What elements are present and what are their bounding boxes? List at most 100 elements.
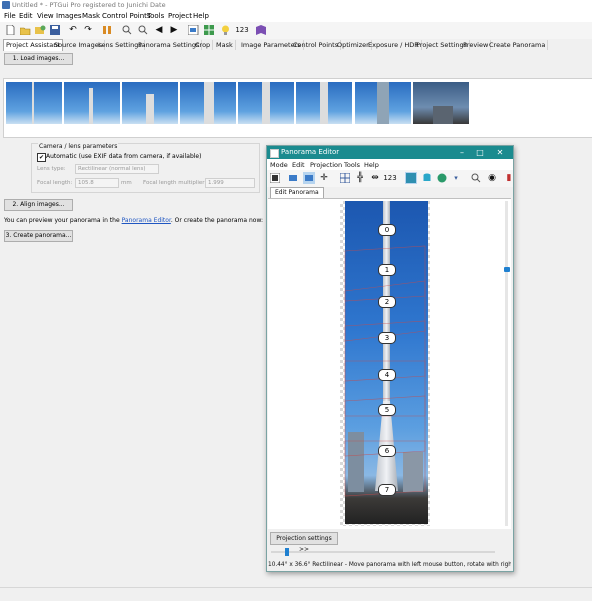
maximize-icon[interactable]: □ bbox=[471, 146, 489, 159]
image-number-label[interactable]: 3 bbox=[378, 332, 396, 344]
image-number-label[interactable]: 6 bbox=[378, 445, 396, 457]
thumbnail-image[interactable] bbox=[296, 82, 352, 124]
pe-edit-mode-icon[interactable] bbox=[303, 172, 315, 184]
save-icon[interactable] bbox=[49, 24, 61, 36]
image-number-label[interactable]: 4 bbox=[378, 369, 396, 381]
arrow-left-icon[interactable]: ◀ bbox=[153, 24, 165, 36]
preview-text-before: You can preview your panorama in the bbox=[4, 217, 120, 224]
menu-file[interactable]: File bbox=[4, 12, 16, 20]
vertical-position-handle[interactable] bbox=[504, 267, 510, 272]
image-number-label[interactable]: 7 bbox=[378, 484, 396, 496]
image-thumbnail-strip bbox=[3, 78, 592, 138]
zoom-in-icon[interactable] bbox=[121, 24, 133, 36]
undo-icon[interactable]: ↶ bbox=[67, 24, 79, 36]
pe-grid-icon[interactable] bbox=[339, 172, 351, 184]
pe-center-icon[interactable]: ╬ bbox=[354, 172, 366, 184]
pe-zoom-icon[interactable] bbox=[470, 172, 482, 184]
panorama-canvas[interactable]: 0 1 2 3 4 5 6 7 bbox=[268, 198, 511, 529]
thumbnail-image[interactable] bbox=[122, 82, 178, 124]
panorama-editor-title: Panorama Editor bbox=[281, 148, 340, 156]
projection-settings-button[interactable]: Projection settings >> bbox=[270, 532, 338, 553]
status-bar bbox=[0, 587, 592, 601]
tab-control-points[interactable]: Control Points bbox=[291, 40, 342, 50]
field-of-view-slider-thumb[interactable] bbox=[285, 548, 289, 556]
pe-menu-mode[interactable]: Mode bbox=[270, 161, 288, 169]
menu-images[interactable]: Images bbox=[56, 12, 82, 20]
menu-edit[interactable]: Edit bbox=[19, 12, 33, 20]
preview-text-after: . Or create the panorama now: bbox=[170, 217, 264, 224]
lightbulb-icon[interactable] bbox=[219, 24, 231, 36]
arrow-right-icon[interactable]: ▶ bbox=[168, 24, 180, 36]
pe-sphere-icon[interactable] bbox=[436, 172, 448, 184]
pe-images-icon[interactable] bbox=[287, 172, 299, 184]
panorama-editor-titlebar[interactable]: Panorama Editor – □ ✕ bbox=[267, 146, 513, 159]
camera-lens-group-title: Camera / lens parameters bbox=[38, 143, 119, 150]
tab-mask[interactable]: Mask bbox=[214, 40, 236, 50]
control-points-tool-icon[interactable] bbox=[101, 24, 113, 36]
focal-length-multiplier-input[interactable]: 1.999 bbox=[205, 178, 255, 188]
redo-icon[interactable]: ↷ bbox=[82, 24, 94, 36]
title-bar: Untitled * - PTGui Pro registered to Jun… bbox=[0, 0, 592, 11]
thumbnail-image[interactable] bbox=[413, 82, 469, 124]
focal-length-input[interactable]: 105.8 bbox=[75, 178, 119, 188]
pe-menu-help[interactable]: Help bbox=[364, 161, 379, 169]
focal-length-unit: mm bbox=[121, 180, 132, 186]
table-icon[interactable] bbox=[203, 24, 215, 36]
tab-create-panorama[interactable]: Create Panorama bbox=[487, 40, 549, 50]
pe-fit-icon[interactable]: ⇹ bbox=[369, 172, 381, 184]
image-number-label[interactable]: 1 bbox=[378, 264, 396, 276]
thumbnail-image[interactable] bbox=[64, 82, 120, 124]
menu-tools[interactable]: Tools bbox=[147, 12, 164, 20]
window-title: Untitled * - PTGui Pro registered to Jun… bbox=[12, 1, 166, 9]
thumbnail-image[interactable] bbox=[238, 82, 294, 124]
panorama-editor-menu-bar: Mode Edit Projection Tools Help bbox=[267, 159, 513, 170]
focal-length-label: Focal length: bbox=[37, 180, 73, 186]
align-images-button[interactable]: 2. Align images... bbox=[4, 199, 73, 211]
add-images-icon[interactable] bbox=[34, 24, 46, 36]
panorama-editor-icon[interactable] bbox=[187, 24, 199, 36]
create-panorama-button[interactable]: 3. Create panorama... bbox=[4, 230, 73, 242]
panorama-editor-link[interactable]: Panorama Editor bbox=[122, 217, 171, 224]
vertical-scrollbar[interactable] bbox=[505, 201, 508, 526]
tab-crop[interactable]: Crop bbox=[193, 40, 214, 50]
image-number-label[interactable]: 0 bbox=[378, 224, 396, 236]
menu-help[interactable]: Help bbox=[193, 12, 209, 20]
pe-move-icon[interactable]: ✛ bbox=[318, 172, 330, 184]
menu-control-points[interactable]: Control Points bbox=[102, 12, 151, 20]
image-number-label[interactable]: 5 bbox=[378, 404, 396, 416]
pe-cylinder-icon[interactable] bbox=[421, 172, 433, 184]
zoom-out-icon[interactable] bbox=[137, 24, 149, 36]
field-of-view-slider[interactable] bbox=[271, 548, 495, 556]
pe-extra-icon[interactable]: ▮ bbox=[503, 172, 515, 184]
numbers-button[interactable]: 123 bbox=[235, 24, 249, 36]
tab-edit-panorama[interactable]: Edit Panorama bbox=[270, 187, 324, 198]
menu-mask[interactable]: Mask bbox=[82, 12, 100, 20]
minimize-icon[interactable]: – bbox=[453, 146, 471, 159]
menu-project[interactable]: Project bbox=[168, 12, 192, 20]
thumbnail-image[interactable] bbox=[6, 82, 62, 124]
automatic-checkbox[interactable]: ✔ bbox=[37, 153, 46, 162]
pe-view-image-icon[interactable] bbox=[405, 172, 417, 184]
help-book-icon[interactable] bbox=[255, 24, 267, 36]
image-number-label[interactable]: 2 bbox=[378, 296, 396, 308]
pe-menu-edit[interactable]: Edit bbox=[292, 161, 305, 169]
menu-bar: File Edit View Images Mask Control Point… bbox=[0, 11, 592, 22]
pe-menu-projection[interactable]: Projection bbox=[310, 161, 342, 169]
camera-lens-group: Camera / lens parameters ✔ Automatic (us… bbox=[31, 143, 260, 193]
automatic-checkbox-label: Automatic (use EXIF data from camera, if… bbox=[46, 153, 202, 160]
panorama-editor-status: 10.44° x 36.6° Rectilinear - Move panora… bbox=[268, 562, 511, 568]
new-document-icon[interactable] bbox=[4, 24, 16, 36]
lens-type-select[interactable]: Rectilinear (normal lens) bbox=[75, 164, 159, 174]
pe-menu-tools[interactable]: Tools bbox=[344, 161, 360, 169]
thumbnail-image[interactable] bbox=[180, 82, 236, 124]
menu-view[interactable]: View bbox=[37, 12, 54, 20]
pe-image-icon[interactable] bbox=[269, 172, 281, 184]
open-folder-icon[interactable] bbox=[19, 24, 31, 36]
load-images-button[interactable]: 1. Load images... bbox=[4, 53, 73, 65]
image-boundary-overlay bbox=[344, 245, 426, 497]
thumbnail-image[interactable] bbox=[355, 82, 411, 124]
pe-numbers-button[interactable]: 123 bbox=[382, 172, 398, 184]
close-icon[interactable]: ✕ bbox=[491, 146, 509, 159]
pe-eye-icon[interactable]: ◉ bbox=[486, 172, 498, 184]
pe-dropdown-icon[interactable]: ▾ bbox=[450, 172, 462, 184]
